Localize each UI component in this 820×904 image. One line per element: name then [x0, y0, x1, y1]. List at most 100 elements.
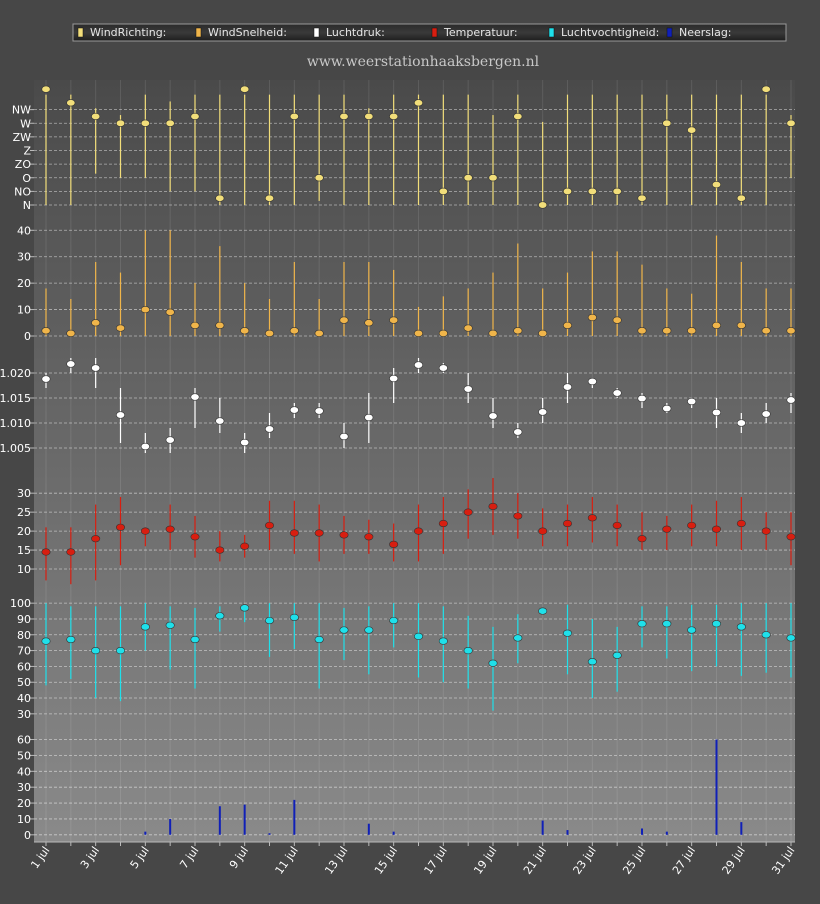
- rain-bar: [566, 830, 569, 835]
- legend-item: Luchtvochtigheid:: [548, 26, 659, 39]
- data-point: [587, 514, 597, 522]
- legend-item: WindSnelheid:: [195, 26, 287, 39]
- data-point: [116, 411, 126, 419]
- data-point: [711, 180, 721, 189]
- legend-label: Neerslag:: [679, 26, 732, 39]
- legend-label: WindRichting:: [90, 26, 166, 39]
- data-point: [612, 651, 622, 659]
- y-tick-label: W: [20, 117, 31, 130]
- y-tick-label: 0: [24, 829, 31, 842]
- data-point: [41, 327, 51, 335]
- x-tick-label: 15 jul: [372, 844, 400, 877]
- legend-item: Temperatuur:: [431, 26, 518, 39]
- data-point: [116, 324, 126, 332]
- data-point: [562, 629, 572, 637]
- rain-bar: [367, 823, 370, 835]
- data-point: [562, 383, 572, 391]
- y-tick-label: 20: [17, 277, 31, 290]
- data-point: [190, 635, 200, 644]
- data-point: [215, 546, 225, 554]
- x-tick-label: 31 jul: [769, 844, 797, 877]
- data-point: [662, 525, 672, 533]
- rain-bar: [740, 822, 743, 835]
- rain-bar: [392, 831, 395, 835]
- rain-bar: [541, 820, 544, 835]
- y-tick-label: ZO: [15, 158, 32, 171]
- data-point: [786, 396, 796, 404]
- data-point: [389, 616, 399, 625]
- legend-swatch: [195, 27, 202, 38]
- data-point: [289, 112, 299, 121]
- data-point: [116, 119, 126, 127]
- data-point: [339, 432, 349, 441]
- data-point: [736, 519, 746, 528]
- data-point: [66, 329, 76, 337]
- data-point: [289, 613, 299, 621]
- data-point: [786, 327, 796, 335]
- data-point: [41, 637, 51, 645]
- data-point: [438, 187, 448, 195]
- y-tick-label: 60: [17, 660, 31, 673]
- y-tick-label: 1.005: [0, 442, 31, 455]
- data-point: [264, 194, 274, 202]
- data-point: [538, 201, 548, 209]
- data-point: [66, 360, 76, 368]
- data-point: [389, 112, 399, 121]
- data-point: [538, 329, 548, 337]
- data-point: [41, 85, 51, 93]
- data-point: [314, 407, 324, 415]
- data-point: [116, 646, 126, 655]
- y-tick-label: 30: [17, 487, 31, 500]
- y-tick-label: 50: [17, 749, 31, 762]
- data-point: [687, 521, 697, 530]
- y-tick-label: 100: [10, 597, 31, 610]
- rain-bar: [243, 804, 246, 835]
- data-point: [612, 389, 622, 397]
- data-point: [488, 174, 498, 182]
- y-tick-label: 60: [17, 734, 31, 747]
- x-tick-label: 27 jul: [670, 844, 698, 877]
- y-tick-label: 1.010: [0, 417, 31, 430]
- y-tick-label: 50: [17, 676, 31, 689]
- y-tick-label: 20: [17, 525, 31, 538]
- rain-bar: [293, 799, 296, 835]
- data-point: [264, 521, 274, 530]
- y-tick-label: 40: [17, 692, 31, 705]
- data-point: [687, 327, 697, 335]
- data-point: [215, 612, 225, 620]
- data-point: [488, 502, 498, 511]
- data-point: [215, 321, 225, 330]
- data-point: [140, 527, 150, 535]
- data-point: [587, 377, 597, 386]
- data-point: [91, 112, 101, 121]
- data-point: [413, 632, 423, 640]
- data-point: [711, 525, 721, 533]
- plot-background: [34, 80, 795, 842]
- weather-chart: WindRichting: WindSnelheid: Luchtdruk: Temp…: [0, 23, 797, 877]
- data-point: [538, 408, 548, 416]
- data-point: [761, 410, 771, 418]
- x-axis: 1 jul 3 jul 5 jul 7 jul 9 jul 11 jul 13 jul 15 …: [28, 841, 797, 877]
- rain-bar: [144, 831, 147, 835]
- data-point: [736, 419, 746, 427]
- data-point: [687, 397, 697, 406]
- data-point: [761, 327, 771, 335]
- data-point: [736, 321, 746, 330]
- data-point: [314, 174, 324, 182]
- y-tick-label: O: [22, 172, 31, 185]
- data-point: [687, 126, 697, 134]
- y-tick-label: 1.015: [0, 392, 31, 405]
- x-tick-label: 17 jul: [422, 844, 450, 877]
- x-tick-label: 1 jul: [28, 844, 52, 871]
- data-point: [612, 521, 622, 530]
- data-point: [612, 316, 622, 324]
- data-point: [488, 659, 498, 667]
- rain-bar: [715, 739, 718, 835]
- data-point: [190, 393, 200, 401]
- x-tick-label: 3 jul: [78, 844, 102, 871]
- data-point: [463, 174, 473, 182]
- data-point: [711, 620, 721, 628]
- data-point: [364, 319, 374, 327]
- data-point: [41, 548, 51, 556]
- data-point: [513, 634, 523, 642]
